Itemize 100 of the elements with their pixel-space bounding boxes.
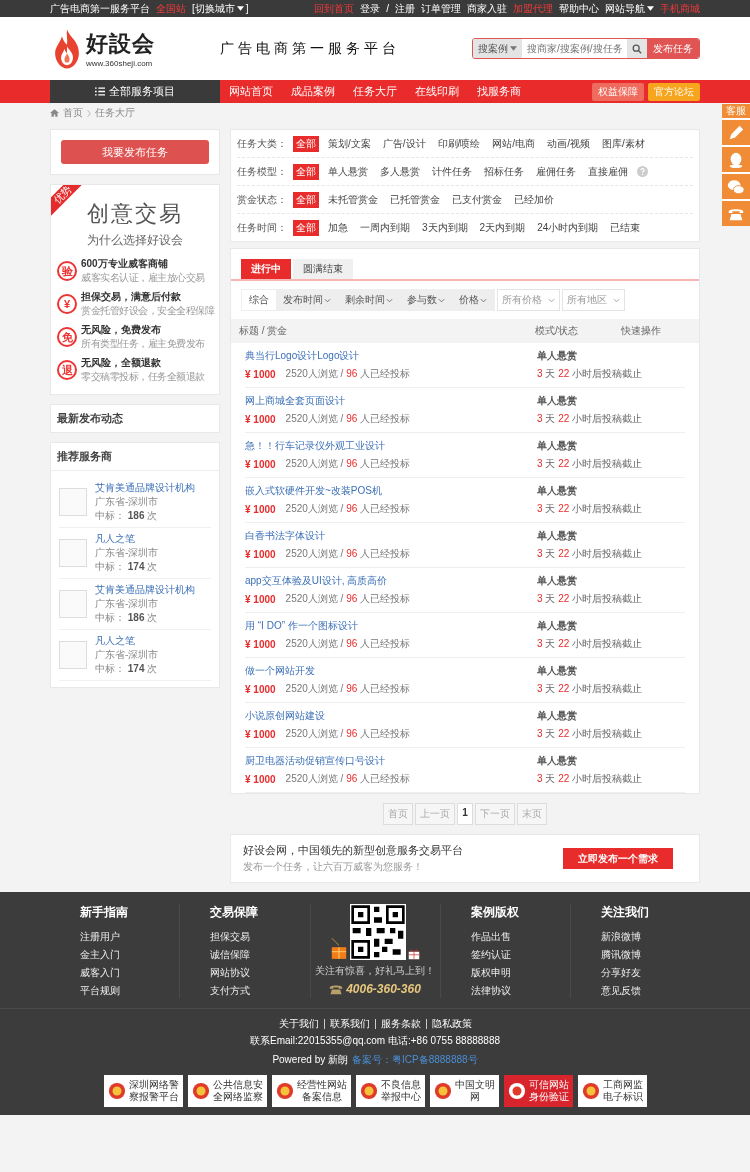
filter-option[interactable]: 动画/视频 xyxy=(544,135,593,152)
filter-option[interactable]: 图库/素材 xyxy=(598,135,648,152)
top-link[interactable]: 网站导航 xyxy=(605,1,654,16)
top-link[interactable]: 广告电商第一服务平台 xyxy=(50,1,150,16)
nav-link[interactable]: 成品案例 xyxy=(282,84,344,99)
sort-option[interactable]: 综合 xyxy=(242,290,276,310)
footer-link[interactable]: 腾讯微博 xyxy=(600,948,700,962)
filter-option[interactable]: 网站/电商 xyxy=(489,135,539,152)
footer-link[interactable]: 注册用户 xyxy=(80,930,180,944)
search-scope-dropdown[interactable]: 搜案例 xyxy=(473,39,522,58)
footer-link[interactable]: 法律协议 xyxy=(470,984,570,998)
filter-option[interactable]: 已经加价 xyxy=(511,191,557,208)
sort-option[interactable]: 剩余时间 xyxy=(338,290,400,310)
top-link[interactable]: / xyxy=(386,3,389,14)
filter-option[interactable]: 3天内到期 xyxy=(419,219,471,236)
footer-link[interactable]: 版权申明 xyxy=(470,966,570,980)
filter-option[interactable]: 直接雇佣 xyxy=(585,163,631,180)
footer-link[interactable]: 金主入门 xyxy=(80,948,180,962)
footer-link[interactable]: 诚信保障 xyxy=(210,948,310,962)
sort-option[interactable]: 价格 xyxy=(452,290,494,310)
footer-link[interactable]: 平台规则 xyxy=(80,984,180,998)
sort-option[interactable]: 参与数 xyxy=(400,290,452,310)
filter-option[interactable]: 单人悬赏 xyxy=(325,163,371,180)
footer-link[interactable]: 联系我们 xyxy=(324,1019,376,1029)
footer-link[interactable]: 分享好友 xyxy=(600,966,700,980)
top-link[interactable]: 登录 xyxy=(360,1,381,16)
search-button[interactable] xyxy=(627,39,647,58)
certification-badge[interactable]: 可信网站 身份验证 xyxy=(503,1075,573,1107)
filter-option[interactable]: 全部 xyxy=(293,219,319,236)
filter-option[interactable]: 未托管赏金 xyxy=(325,191,381,208)
filter-option[interactable]: 广告/设计 xyxy=(379,135,429,152)
footer-link[interactable]: 意见反馈 xyxy=(600,984,700,998)
certification-badge[interactable]: 不良信息 举报中心 xyxy=(355,1075,425,1107)
nav-link[interactable]: 在线印刷 xyxy=(406,84,468,99)
nav-link[interactable]: 找服务商 xyxy=(468,84,530,99)
all-services-menu[interactable]: 全部服务项目 xyxy=(50,80,220,103)
filter-option[interactable]: 一周内到期 xyxy=(357,219,413,236)
footer-link[interactable]: 支付方式 xyxy=(210,984,310,998)
footer-link[interactable]: 担保交易 xyxy=(210,930,310,944)
publish-task-button[interactable]: 发布任务 xyxy=(647,39,699,58)
footer-link[interactable]: 作品出售 xyxy=(470,930,570,944)
publish-task-button[interactable]: 我要发布任务 xyxy=(61,140,209,164)
footer-link[interactable]: 新浪微博 xyxy=(600,930,700,944)
qq-button[interactable] xyxy=(722,147,750,172)
wechat-button[interactable] xyxy=(722,174,750,199)
filter-option[interactable]: 已结束 xyxy=(607,219,644,236)
nav-link[interactable]: 任务大厅 xyxy=(344,84,406,99)
phone-button[interactable] xyxy=(722,201,750,226)
filter-option[interactable]: 雇佣任务 xyxy=(533,163,579,180)
filter-option[interactable]: 印刷/喷绘 xyxy=(434,135,484,152)
footer-link[interactable]: 签约认证 xyxy=(470,948,570,962)
filter-option[interactable]: 已托管赏金 xyxy=(387,191,443,208)
footer-link[interactable]: 威客入门 xyxy=(80,966,180,980)
filter-option[interactable]: 策划/文案 xyxy=(325,135,374,152)
certification-badge[interactable]: 深圳网络警 察报警平台 xyxy=(103,1075,183,1107)
provider-name[interactable]: 凡人之笔 xyxy=(95,532,159,546)
publish-request-button[interactable]: 立即发布一个需求 xyxy=(563,848,673,869)
provider-name[interactable]: 艾肯美通品牌设计机构 xyxy=(95,583,195,597)
task-title-link[interactable]: 嵌入式软硬件开发~改装POS机 xyxy=(245,484,537,498)
filter-option[interactable]: 多人悬赏 xyxy=(377,163,423,180)
task-title-link[interactable]: 做一个网站开发 xyxy=(245,664,537,678)
certification-badge[interactable]: 经营性网站 备案信息 xyxy=(271,1075,351,1107)
certification-badge[interactable]: 公共信息安 全网络监察 xyxy=(187,1075,267,1107)
filter-option[interactable]: 2天内到期 xyxy=(476,219,529,236)
filter-option[interactable]: 24小时内到期 xyxy=(534,219,602,236)
top-link[interactable]: 订单管理 xyxy=(421,1,461,16)
top-link[interactable]: 注册 xyxy=(395,1,415,16)
provider-name[interactable]: 凡人之笔 xyxy=(95,634,159,648)
task-title-link[interactable]: 网上商城全套页面设计 xyxy=(245,394,537,408)
task-title-link[interactable]: 典当行Logo设计Logo设计 xyxy=(245,349,537,363)
certification-badge[interactable]: 工商网监 电子标识 xyxy=(577,1075,647,1107)
sort-option[interactable]: 发布时间 xyxy=(276,290,338,310)
task-title-link[interactable]: 用 “I DO” 作一个图标设计 xyxy=(245,619,537,633)
top-link[interactable]: 帮助中心 xyxy=(559,1,599,16)
status-tab[interactable]: 圆满结束 xyxy=(293,259,353,279)
certification-badge[interactable]: 中国文明 网 xyxy=(429,1075,499,1107)
nav-link[interactable]: 网站首页 xyxy=(220,84,282,99)
edit-button[interactable] xyxy=(722,120,750,145)
task-title-link[interactable]: 白香书法字体设计 xyxy=(245,529,537,543)
filter-option[interactable]: 全部 xyxy=(293,135,319,152)
help-icon[interactable] xyxy=(637,166,648,177)
pagination-button[interactable]: 1 xyxy=(457,803,473,825)
status-tab[interactable]: 进行中 xyxy=(241,259,291,279)
task-title-link[interactable]: 急！！行车记录仪外观工业设计 xyxy=(245,439,537,453)
footer-link[interactable]: 网站协议 xyxy=(210,966,310,980)
filter-option[interactable]: 计件任务 xyxy=(429,163,475,180)
filter-option[interactable]: 加急 xyxy=(325,219,351,236)
footer-link[interactable]: 服务条款 xyxy=(375,1019,427,1029)
top-link[interactable]: 商家入驻 xyxy=(467,1,507,16)
footer-link[interactable]: 关于我们 xyxy=(273,1019,325,1029)
task-title-link[interactable]: app交互体验及UI设计, 高质高价 xyxy=(245,574,537,588)
footer-link[interactable]: 隐私政策 xyxy=(426,1019,477,1029)
filter-option[interactable]: 已支付赏金 xyxy=(449,191,505,208)
filter-option[interactable]: 全部 xyxy=(293,191,319,208)
filter-option[interactable]: 全部 xyxy=(293,163,319,180)
top-link[interactable]: [切换城市 ] xyxy=(192,1,249,16)
provider-name[interactable]: 艾肯美通品牌设计机构 xyxy=(95,481,195,495)
task-title-link[interactable]: 小说原创网站建设 xyxy=(245,709,537,723)
task-title-link[interactable]: 厨卫电器活动促销宣传口号设计 xyxy=(245,754,537,768)
filter-option[interactable]: 招标任务 xyxy=(481,163,527,180)
